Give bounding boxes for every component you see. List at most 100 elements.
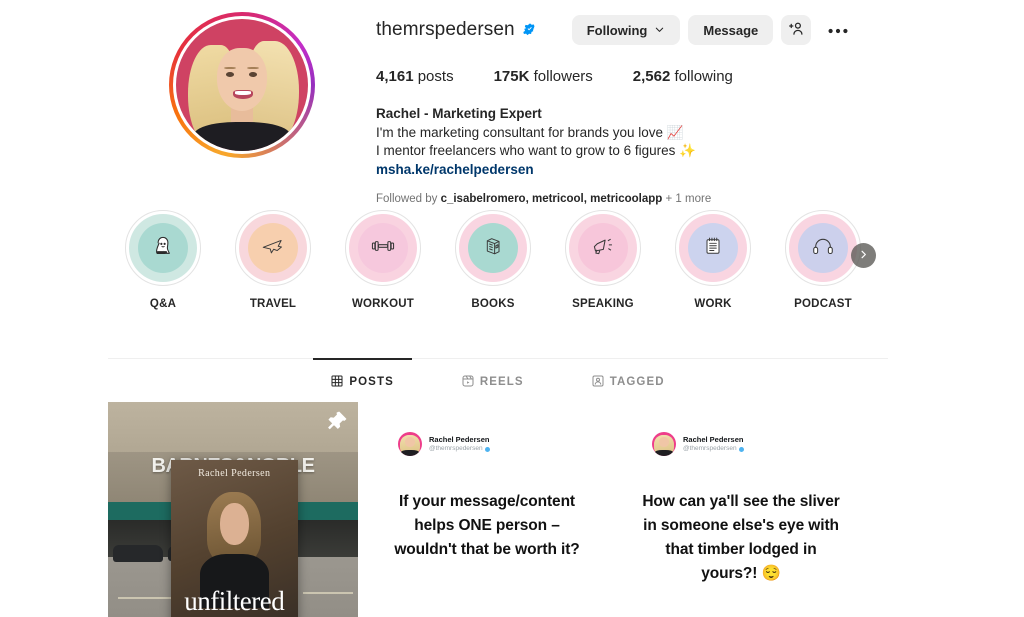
quote-avatar [652,432,676,456]
bio-link[interactable]: msha.ke/rachelpedersen [376,161,534,180]
highlight-inner [358,223,408,273]
stat-followers-value: 175K [493,68,530,85]
quote-text: How can ya'll see the sliver in someone … [642,493,840,582]
post-image: BARNES&NOBLE Rachel Pedersen unfiltered … [108,402,358,617]
avatar-brow-right [247,66,260,70]
post-quote-sliver-timber[interactable]: Rachel Pedersen @themrspedersen How can … [616,402,866,617]
highlight-speaking[interactable]: SPEAKING [548,210,658,310]
highlight-mid [349,214,417,282]
add-person-button[interactable] [781,15,812,45]
woman-portrait-icon [150,233,176,264]
highlight-label: Q&A [149,298,177,310]
page-title: themrspedersen [376,19,515,40]
highlight-inner [138,223,188,273]
highlight-ring [455,210,531,286]
stat-posts-value: 4,161 [376,68,414,85]
tab-tagged[interactable]: TAGGED [588,358,669,406]
quote-author-handle: @themrspedersen [683,445,737,452]
highlight-podcast[interactable]: PODCAST [768,210,878,310]
highlight-qa[interactable]: Q&A [108,210,218,310]
chevron-down-icon [654,23,665,38]
story-ring[interactable] [169,12,315,158]
verified-badge-icon [738,446,744,452]
quote-author-header: Rachel Pedersen @themrspedersen [652,432,744,456]
chevron-right-icon [858,248,869,263]
dumbbell-icon [370,233,396,264]
airplane-icon [260,233,286,264]
following-button[interactable]: Following [571,15,681,45]
highlight-mid [129,214,197,282]
headphones-icon [810,233,836,264]
tab-reels[interactable]: REELS [458,358,528,406]
quote-author-handle-row: @themrspedersen [429,445,490,453]
highlight-label: TRAVEL [249,298,297,310]
followed-by-prefix: Followed by [376,193,441,205]
verified-badge-icon [484,446,490,452]
quote-author-names: Rachel Pedersen @themrspedersen [683,435,744,453]
quote-text: If your message/content helps ONE person… [394,493,580,558]
highlight-workout[interactable]: WORKOUT [328,210,438,310]
message-button-label: Message [703,22,759,38]
reels-icon [462,375,474,390]
stats-row: 4,161 posts 175K followers 2,562 followi… [376,68,908,85]
avatar-eye-right [248,71,257,77]
bio-display-name: Rachel - Marketing Expert [376,106,542,121]
avatar-shoulders [194,121,290,151]
quote-avatar-body [400,450,420,456]
highlight-label: WORKOUT [351,298,415,310]
stat-following-label: following [674,68,733,85]
verified-badge-icon [522,22,538,38]
avatar-teeth [234,90,251,95]
bio-line-1: I'm the marketing consultant for brands … [376,124,684,140]
highlight-travel[interactable]: TRAVEL [218,210,328,310]
highlight-label: PODCAST [794,298,852,310]
highlight-mid [789,214,857,282]
followed-by-suffix[interactable]: + 1 more [662,193,712,205]
highlight-ring [565,210,641,286]
quote-avatar [398,432,422,456]
posts-grid: BARNES&NOBLE Rachel Pedersen unfiltered … [108,402,888,617]
book-cover: Rachel Pedersen unfiltered PROVEN STRATE… [170,459,298,617]
highlight-work[interactable]: WORK [658,210,768,310]
message-button[interactable]: Message [688,15,774,45]
grid-icon [331,375,343,390]
book-author: Rachel Pedersen [198,467,271,479]
profile-header: themrspedersen Following Message 4,161 p… [108,0,908,205]
followed-by: Followed by c_isabelromero, metricool, m… [376,192,908,207]
stat-following[interactable]: 2,562 following [633,68,733,85]
bio-block: Rachel - Marketing Expert I'm the market… [376,105,908,179]
quote-author-handle: @themrspedersen [429,445,483,452]
books-icon [480,233,506,264]
quote-author-name: Rachel Pedersen [683,435,744,444]
quote-author-names: Rachel Pedersen @themrspedersen [429,435,490,453]
highlight-mid [569,214,637,282]
profile-tabs: POSTS REELS TAGGED [108,358,888,406]
highlight-books[interactable]: BOOKS [438,210,548,310]
stat-posts[interactable]: 4,161 posts [376,68,454,85]
avatar[interactable] [176,19,308,151]
add-person-icon [788,20,805,40]
instagram-profile-page: themrspedersen Following Message 4,161 p… [0,0,1024,617]
stat-following-value: 2,562 [632,68,671,85]
highlights-next-button[interactable] [851,243,876,268]
avatar-brow-left [224,66,237,70]
highlight-mid [459,214,527,282]
quote-avatar-face [659,437,669,448]
book-portrait-face [219,503,249,545]
tab-reels-label: REELS [479,376,524,388]
highlight-ring [345,210,421,286]
tab-posts-label: POSTS [349,376,394,388]
avatar-eye-left [226,71,235,77]
post-quote-one-person[interactable]: Rachel Pedersen @themrspedersen If your … [362,402,612,617]
quote-author-header: Rachel Pedersen @themrspedersen [398,432,490,456]
stat-followers[interactable]: 175K followers [494,68,593,85]
highlight-ring [125,210,201,286]
highlight-ring [785,210,861,286]
lot-marking [118,597,173,599]
followed-by-names[interactable]: c_isabelromero, metricool, metricoolapp [441,193,663,205]
highlight-ring [235,210,311,286]
more-options-button[interactable] [823,15,853,45]
tab-posts[interactable]: POSTS [313,358,413,406]
megaphone-icon [590,233,616,264]
post-book-barnes-noble[interactable]: BARNES&NOBLE Rachel Pedersen unfiltered … [108,402,358,617]
